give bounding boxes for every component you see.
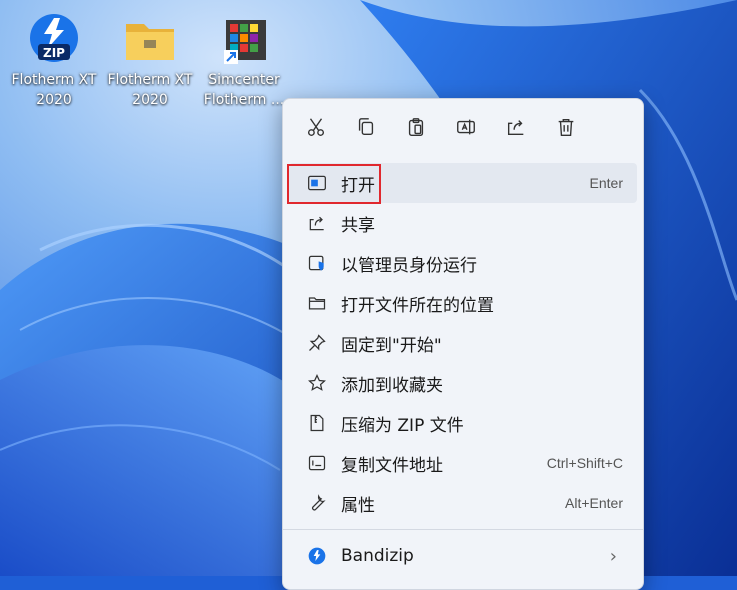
wrench-icon	[306, 492, 328, 514]
menu-item-share[interactable]: 共享	[289, 203, 637, 243]
copy-button[interactable]	[341, 109, 391, 149]
zip-file-icon	[306, 412, 328, 434]
desktop-icon-flotherm-folder[interactable]: Flotherm XT 2020	[102, 8, 198, 110]
rename-button[interactable]	[441, 109, 491, 149]
menu-item-shortcut: Ctrl+Shift+C	[546, 455, 623, 471]
menu-item-properties[interactable]: 属性 Alt+Enter	[289, 483, 637, 523]
menu-item-bandizip[interactable]: Bandizip ›	[289, 536, 637, 576]
menu-list: 打开 Enter 共享 以管理员身份运行 打开文件所在的位置 固定到"开始" 添…	[283, 163, 643, 576]
menu-item-label: 共享	[341, 215, 375, 236]
menu-item-run-as-admin[interactable]: 以管理员身份运行	[289, 243, 637, 283]
menu-item-label: Bandizip	[341, 546, 414, 566]
share-icon	[306, 212, 328, 234]
shortcut-app-icon	[216, 12, 272, 68]
menu-item-label: 打开文件所在的位置	[341, 295, 494, 316]
delete-button[interactable]	[541, 109, 591, 149]
menu-item-label: 复制文件地址	[341, 455, 443, 476]
folder-outline-icon	[306, 292, 328, 314]
desktop-icon-label: Flotherm XT 2020	[11, 72, 97, 108]
open-window-icon	[306, 172, 328, 194]
clipboard-icon	[405, 116, 427, 142]
zip-icon: ZIP	[26, 12, 82, 68]
menu-item-compress-zip[interactable]: 压缩为 ZIP 文件	[289, 403, 637, 443]
share-button[interactable]	[491, 109, 541, 149]
menu-item-shortcut: Alt+Enter	[565, 495, 623, 511]
star-icon	[306, 372, 328, 394]
context-menu: 打开 Enter 共享 以管理员身份运行 打开文件所在的位置 固定到"开始" 添…	[282, 98, 644, 590]
desktop-icon-label: Flotherm XT 2020	[107, 72, 193, 108]
menu-separator	[283, 529, 643, 530]
chevron-right-icon: ›	[609, 545, 617, 567]
bandizip-icon	[306, 545, 328, 567]
scissors-icon	[305, 116, 327, 142]
menu-item-open[interactable]: 打开 Enter	[289, 163, 637, 203]
svg-text:ZIP: ZIP	[43, 46, 65, 60]
quick-action-bar	[283, 109, 643, 149]
menu-item-open-file-location[interactable]: 打开文件所在的位置	[289, 283, 637, 323]
menu-item-pin-to-start[interactable]: 固定到"开始"	[289, 323, 637, 363]
menu-item-label: 属性	[341, 495, 375, 516]
menu-item-label: 固定到"开始"	[341, 335, 442, 356]
desktop-icon-label: Simcenter Flotherm ...	[203, 72, 285, 108]
pin-icon	[306, 332, 328, 354]
share-icon	[505, 116, 527, 142]
menu-item-label: 压缩为 ZIP 文件	[341, 415, 464, 436]
menu-item-label: 添加到收藏夹	[341, 375, 443, 396]
menu-item-shortcut: Enter	[589, 175, 623, 191]
menu-item-label: 打开	[341, 175, 375, 196]
desktop-icon-flotherm-zip[interactable]: ZIP Flotherm XT 2020	[6, 8, 102, 110]
copy-icon	[355, 116, 377, 142]
path-icon	[306, 452, 328, 474]
menu-item-label: 以管理员身份运行	[341, 255, 477, 276]
rename-icon	[455, 116, 477, 142]
menu-item-copy-as-path[interactable]: 复制文件地址 Ctrl+Shift+C	[289, 443, 637, 483]
folder-icon	[122, 12, 178, 68]
desktop-icon-simcenter-flotherm[interactable]: Simcenter Flotherm ...	[196, 8, 292, 110]
shield-icon	[306, 252, 328, 274]
paste-button[interactable]	[391, 109, 441, 149]
cut-button[interactable]	[291, 109, 341, 149]
trash-icon	[555, 116, 577, 142]
menu-item-add-to-favorites[interactable]: 添加到收藏夹	[289, 363, 637, 403]
